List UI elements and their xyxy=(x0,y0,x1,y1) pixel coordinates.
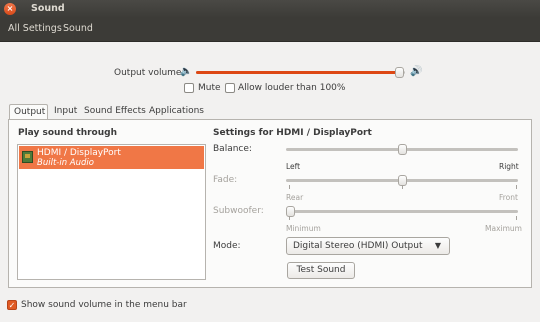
mode-value: Digital Stereo (HDMI) Output xyxy=(293,241,423,251)
breadcrumb-sound[interactable]: Sound xyxy=(61,23,95,34)
fade-rear-label: Rear xyxy=(286,193,304,202)
volume-low-icon: 🔈 xyxy=(180,66,193,77)
balance-knob[interactable] xyxy=(398,144,407,155)
show-volume-label: Show sound volume in the menu bar xyxy=(21,300,187,310)
tab-output[interactable]: Output xyxy=(9,104,48,119)
window-title: Sound xyxy=(31,3,65,14)
balance-left-label: Left xyxy=(286,162,301,171)
output-volume-knob[interactable] xyxy=(394,67,404,78)
audio-card-icon xyxy=(22,151,33,163)
balance-right-label: Right xyxy=(499,162,519,171)
settings-heading: Settings for HDMI / DisplayPort xyxy=(213,128,372,138)
fade-front-label: Front xyxy=(499,193,518,202)
balance-label: Balance: xyxy=(213,144,252,154)
device-row-hdmi[interactable]: HDMI / DisplayPort Built-in Audio xyxy=(19,146,204,169)
device-list: HDMI / DisplayPort Built-in Audio xyxy=(17,144,206,280)
output-volume-label: Output volume: xyxy=(114,68,185,78)
tab-sound-effects[interactable]: Sound Effects xyxy=(80,104,150,119)
mode-select[interactable]: Digital Stereo (HDMI) Output ▼ xyxy=(286,237,450,255)
tab-applications[interactable]: Applications xyxy=(145,104,208,119)
close-icon[interactable]: × xyxy=(4,3,16,15)
toolbar: All Settings Sound xyxy=(0,18,540,42)
tab-input[interactable]: Input xyxy=(50,104,81,119)
title-bar: × Sound xyxy=(0,0,540,18)
device-subtitle: Built-in Audio xyxy=(37,158,94,168)
output-volume-fill xyxy=(196,71,399,74)
all-settings-button[interactable]: All Settings xyxy=(6,23,64,34)
device-name: HDMI / DisplayPort xyxy=(37,148,121,158)
allow-louder-checkbox[interactable] xyxy=(225,83,235,93)
play-through-heading: Play sound through xyxy=(18,128,117,138)
volume-high-icon: 🔊 xyxy=(410,66,423,77)
subwoofer-slider[interactable] xyxy=(286,210,518,213)
subwoofer-tick-max xyxy=(516,216,517,220)
subwoofer-knob[interactable] xyxy=(286,206,295,217)
mute-label: Mute xyxy=(198,83,221,93)
dropdown-arrow-icon: ▼ xyxy=(434,241,441,250)
show-volume-checkbox[interactable]: ✓ xyxy=(7,300,17,310)
subwoofer-label: Subwoofer: xyxy=(213,206,264,216)
output-panel: Play sound through HDMI / DisplayPort Bu… xyxy=(8,119,532,288)
fade-label: Fade: xyxy=(213,175,238,185)
fade-tick-front xyxy=(516,185,517,189)
test-sound-button[interactable]: Test Sound xyxy=(287,262,355,279)
subwoofer-min-label: Minimum xyxy=(286,224,321,233)
mute-checkbox[interactable] xyxy=(184,83,194,93)
subwoofer-max-label: Maximum xyxy=(485,224,522,233)
fade-tick-rear xyxy=(289,185,290,189)
output-volume-slider[interactable] xyxy=(196,71,405,74)
allow-louder-label: Allow louder than 100% xyxy=(238,83,346,93)
mode-label: Mode: xyxy=(213,241,241,251)
subwoofer-tick-min xyxy=(289,216,290,220)
fade-tick-center xyxy=(402,185,403,189)
